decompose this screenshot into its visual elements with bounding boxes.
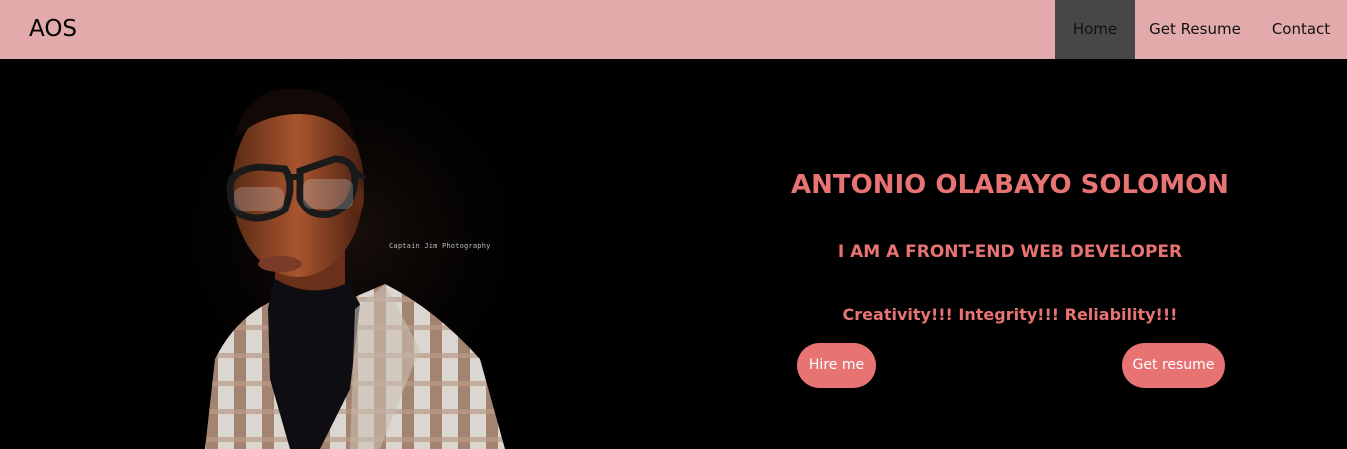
hero-role: I AM A FRONT-END WEB DEVELOPER <box>837 242 1183 262</box>
hero-tagline: Creativity!!! Integrity!!! Reliability!!… <box>842 305 1178 324</box>
nav-get-resume-link[interactable]: Get Resume <box>1135 0 1255 59</box>
nav-home-link[interactable]: Home <box>1055 0 1135 59</box>
navbar: AOS Home Get Resume Contact <box>0 0 1347 59</box>
hire-me-button[interactable]: Hire me <box>797 343 876 388</box>
photo-watermark: Captain Jim Photography <box>389 242 491 250</box>
brand-logo[interactable]: AOS <box>29 14 77 44</box>
profile-photo <box>150 59 550 449</box>
hero-section: Captain Jim Photography ANTONIO OLABAYO … <box>0 59 1347 449</box>
nav-contact-link[interactable]: Contact <box>1255 0 1347 59</box>
get-resume-button[interactable]: Get resume <box>1122 343 1225 388</box>
hero-name: ANTONIO OLABAYO SOLOMON <box>791 170 1229 200</box>
